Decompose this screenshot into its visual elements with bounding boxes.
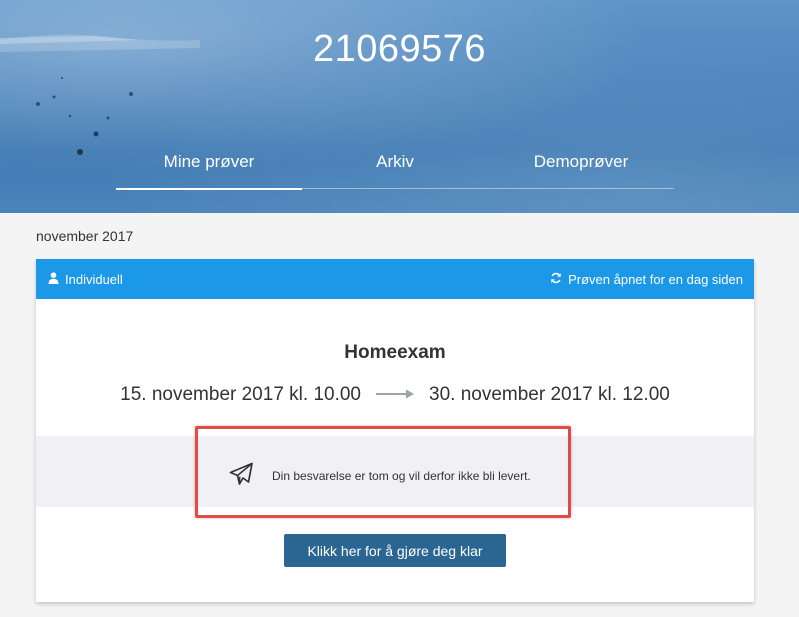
- exam-dates: 15. november 2017 kl. 10.00 30. november…: [36, 384, 754, 406]
- end-date: 30. november 2017 kl. 12.00: [429, 384, 670, 405]
- exam-open-status: Prøven åpnet for en dag siden: [550, 272, 743, 287]
- exam-card: Individuell Prøven åpnet for en dag side…: [36, 259, 754, 602]
- month-heading: november 2017: [36, 228, 134, 244]
- exam-type: Individuell: [48, 272, 123, 287]
- main-tabs: Mine prøver Arkiv Demoprøver: [116, 148, 674, 190]
- hero-banner: 21069576 Mine prøver Arkiv Demoprøver: [0, 0, 799, 213]
- page-title: 21069576: [312, 28, 487, 70]
- exam-type-label: Individuell: [65, 271, 123, 287]
- user-icon: [48, 271, 59, 287]
- card-header: Individuell Prøven åpnet for en dag side…: [36, 259, 754, 299]
- exam-title: Homeexam: [344, 342, 446, 363]
- exam-open-status-label: Prøven åpnet for en dag siden: [568, 271, 743, 287]
- get-ready-button[interactable]: Klikk her for å gjøre deg klar: [284, 534, 506, 567]
- tab-demoprover[interactable]: Demoprøver: [488, 148, 674, 188]
- arrow-right-icon: [375, 384, 415, 406]
- refresh-icon: [550, 272, 562, 287]
- highlight-annotation-box: [195, 426, 571, 518]
- tab-arkiv[interactable]: Arkiv: [302, 148, 488, 188]
- tab-mine-prover[interactable]: Mine prøver: [116, 148, 302, 190]
- start-date: 15. november 2017 kl. 10.00: [120, 384, 361, 405]
